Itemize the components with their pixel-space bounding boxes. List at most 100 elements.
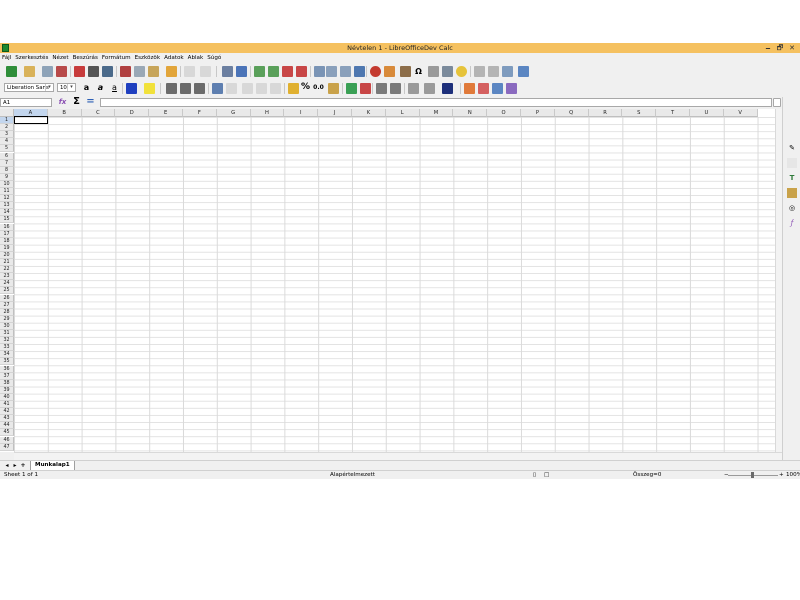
bold-icon[interactable]: a (81, 82, 92, 93)
comment-icon[interactable] (456, 66, 467, 77)
row-header[interactable]: 4 (0, 138, 14, 146)
column-header[interactable]: P (521, 109, 555, 117)
column-header[interactable]: J (318, 109, 352, 117)
row-header[interactable]: 13 (0, 202, 14, 210)
row-header[interactable]: 47 (0, 443, 14, 451)
align-center-icon[interactable] (180, 83, 191, 94)
align-bottom-icon[interactable] (270, 83, 281, 94)
copy-icon[interactable] (134, 66, 145, 77)
page-style[interactable]: Alapértelmezett (330, 471, 375, 479)
align-top-icon[interactable] (242, 83, 253, 94)
column-header[interactable]: H (250, 109, 285, 117)
data-bar-icon[interactable] (492, 83, 503, 94)
find-replace-icon[interactable] (222, 66, 233, 77)
spreadsheet-grid[interactable]: ABCDEFGHIJKLMNOPQRSTUV 1 2 3 4 5 6 7 8 9 10 11 12 13… (0, 109, 775, 452)
row-header[interactable]: 14 (0, 209, 14, 217)
row-header[interactable]: 38 (0, 379, 14, 387)
row-header[interactable]: 33 (0, 344, 14, 352)
row-header[interactable]: 26 (0, 294, 14, 302)
column-header[interactable]: E (149, 109, 183, 117)
expand-formula-bar-icon[interactable] (773, 98, 781, 107)
zoom-slider-knob[interactable] (751, 472, 754, 478)
new-document-icon[interactable] (6, 66, 17, 77)
row-header[interactable]: 18 (0, 237, 14, 245)
percent-format-icon[interactable]: % (300, 82, 311, 93)
scroll-tabs-right-icon[interactable]: ▸ (11, 461, 19, 470)
row-header[interactable]: 3 (0, 131, 14, 139)
scroll-tabs-left-icon[interactable]: ◂ (3, 461, 11, 470)
add-sheet-icon[interactable]: + (19, 461, 27, 470)
row-header[interactable]: 12 (0, 195, 14, 203)
highlight-color-icon[interactable] (144, 83, 155, 94)
align-middle-icon[interactable] (256, 83, 267, 94)
increase-indent-icon[interactable] (376, 83, 387, 94)
font-name-combo[interactable]: Liberation Sans ▾ (4, 83, 54, 92)
insert-column-icon[interactable] (268, 66, 279, 77)
row-header[interactable]: 22 (0, 266, 14, 274)
row-header[interactable]: 40 (0, 393, 14, 401)
add-decimal-icon[interactable] (346, 83, 357, 94)
export-pdf-direct-icon[interactable] (74, 66, 85, 77)
chart-icon[interactable] (370, 66, 381, 77)
date-format-icon[interactable] (328, 83, 339, 94)
menu-help[interactable]: Súgó (205, 53, 223, 63)
italic-icon[interactable]: a (95, 82, 106, 93)
close-button[interactable]: ✕ (786, 43, 798, 53)
row-header[interactable]: 44 (0, 422, 14, 430)
column-header[interactable]: V (723, 109, 758, 117)
sidebar-settings-icon[interactable] (518, 66, 529, 77)
menu-insert[interactable]: Beszúrás (71, 53, 100, 63)
column-header[interactable]: C (81, 109, 116, 117)
font-color-icon[interactable] (126, 83, 137, 94)
cut-icon[interactable] (120, 66, 131, 77)
number-format-icon[interactable]: 0.0 (313, 82, 324, 93)
column-header[interactable]: L (385, 109, 420, 117)
properties-icon[interactable] (787, 158, 797, 168)
row-header[interactable]: 43 (0, 415, 14, 423)
column-header[interactable]: S (622, 109, 657, 117)
row-header[interactable]: 24 (0, 280, 14, 288)
row-header[interactable]: 21 (0, 259, 14, 267)
define-print-area-icon[interactable] (442, 66, 453, 77)
row-header[interactable]: 20 (0, 251, 14, 259)
zoom-in-icon[interactable]: + (779, 471, 784, 479)
row-header[interactable]: 23 (0, 273, 14, 281)
formula-input[interactable] (100, 98, 772, 107)
font-size-combo[interactable]: 10 ▾ (57, 83, 76, 92)
row-header[interactable]: 9 (0, 173, 14, 181)
border-color-icon[interactable] (442, 83, 453, 94)
row-header[interactable]: 30 (0, 322, 14, 330)
row-header[interactable]: 29 (0, 315, 14, 323)
column-header[interactable]: U (690, 109, 724, 117)
row-header[interactable]: 2 (0, 124, 14, 132)
row-header[interactable]: 10 (0, 180, 14, 188)
menu-data[interactable]: Adatok (162, 53, 186, 63)
maximize-button[interactable]: 🗗 (774, 43, 786, 53)
insert-row-icon[interactable] (254, 66, 265, 77)
menu-view[interactable]: Nézet (50, 53, 70, 63)
row-header[interactable]: 42 (0, 408, 14, 416)
chevron-down-icon[interactable]: ▾ (45, 84, 53, 91)
delete-row-icon[interactable] (282, 66, 293, 77)
wrap-text-icon[interactable] (212, 83, 223, 94)
align-left-icon[interactable] (166, 83, 177, 94)
select-all-corner[interactable] (0, 109, 14, 117)
paste-icon[interactable] (148, 66, 159, 77)
sum-icon[interactable]: Σ (71, 96, 82, 107)
minimize-button[interactable]: 🗕 (762, 43, 774, 53)
align-right-icon[interactable] (194, 83, 205, 94)
open-folder-icon[interactable] (24, 66, 35, 77)
row-header[interactable]: 15 (0, 216, 14, 224)
column-header[interactable]: D (115, 109, 150, 117)
row-header[interactable]: 28 (0, 308, 14, 316)
row-header[interactable]: 46 (0, 436, 14, 444)
sidebar-menu-icon[interactable]: ✎ (787, 143, 797, 153)
row-header[interactable]: 39 (0, 386, 14, 394)
decrease-indent-icon[interactable] (390, 83, 401, 94)
conditional-format-icon[interactable] (464, 83, 475, 94)
column-header[interactable]: T (656, 109, 690, 117)
delete-column-icon[interactable] (296, 66, 307, 77)
menu-edit[interactable]: Szerkesztés (13, 53, 50, 63)
show-draw-functions-icon[interactable] (502, 66, 513, 77)
print-icon[interactable] (88, 66, 99, 77)
